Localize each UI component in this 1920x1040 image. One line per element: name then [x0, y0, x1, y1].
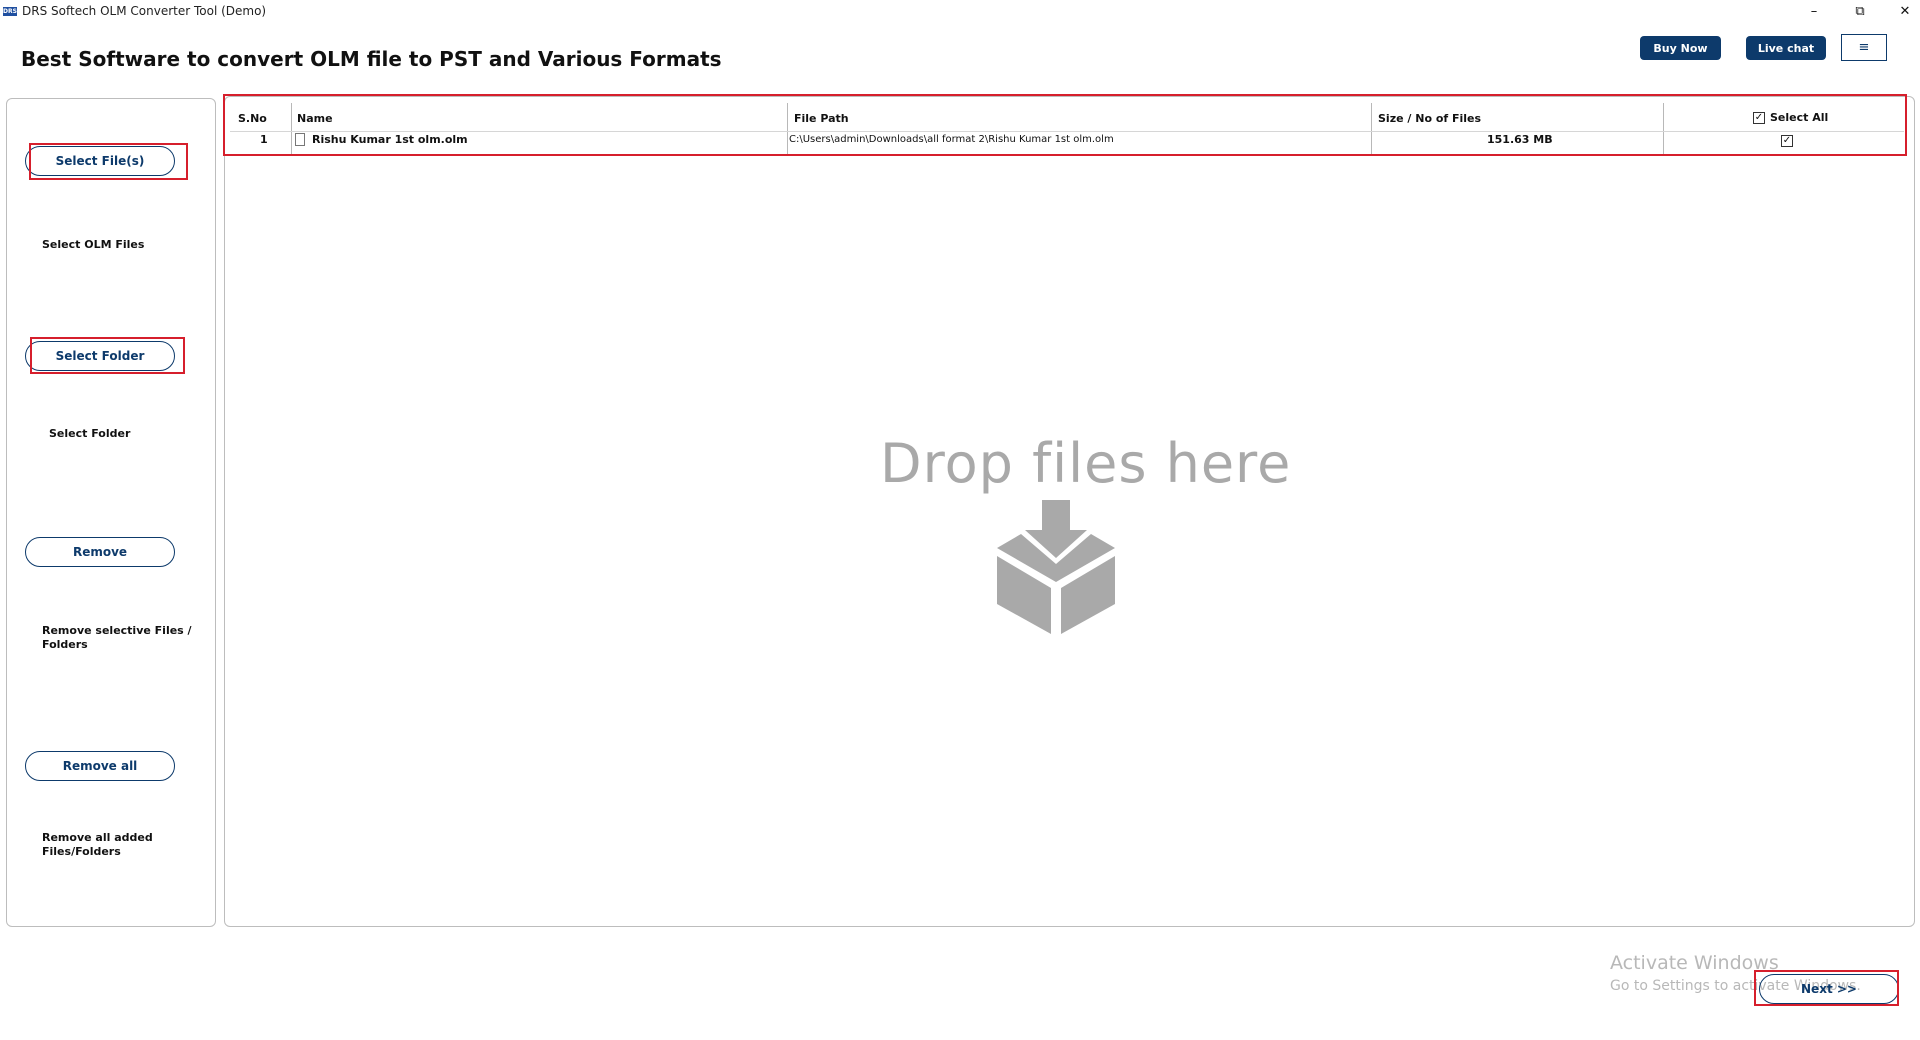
select-files-description: Select OLM Files	[42, 238, 145, 251]
file-icon	[295, 133, 305, 146]
select-files-button[interactable]: Select File(s)	[25, 146, 175, 176]
column-separator	[291, 103, 292, 155]
col-header-path: File Path	[794, 112, 849, 125]
live-chat-button[interactable]: Live chat	[1746, 36, 1826, 60]
select-folder-button[interactable]: Select Folder	[25, 341, 175, 371]
next-button[interactable]: Next >>	[1759, 974, 1899, 1004]
hamburger-icon: ≡	[1858, 40, 1870, 55]
drop-zone-text: Drop files here	[880, 432, 1292, 495]
close-button[interactable]: ✕	[1883, 0, 1920, 22]
remove-description: Remove selective Files / Folders	[42, 624, 192, 651]
title-bar: DRS DRS Softech OLM Converter Tool (Demo…	[0, 0, 1920, 24]
row-size: 151.63 MB	[1487, 133, 1553, 146]
menu-button[interactable]: ≡	[1841, 34, 1887, 61]
select-all-checkbox[interactable]: ✓	[1753, 112, 1765, 124]
row-path: C:\Users\admin\Downloads\all format 2\Ri…	[789, 134, 1114, 145]
download-box-icon	[997, 500, 1115, 634]
column-separator	[787, 103, 788, 155]
col-header-sno: S.No	[238, 112, 267, 125]
app-logo-icon: DRS	[3, 7, 17, 16]
row-name: Rishu Kumar 1st olm.olm	[312, 133, 468, 146]
activate-windows-title: Activate Windows	[1610, 952, 1779, 974]
column-separator	[1663, 103, 1664, 155]
col-header-select-all: Select All	[1770, 111, 1829, 124]
remove-all-button[interactable]: Remove all	[25, 751, 175, 781]
file-table: S.No Name File Path Size / No of Files ✓…	[230, 103, 1904, 155]
row-sno: 1	[260, 133, 268, 146]
column-separator	[1371, 103, 1372, 155]
restore-button[interactable]: ⧉	[1838, 0, 1882, 22]
select-folder-description: Select Folder	[49, 427, 131, 440]
sidebar-panel	[6, 98, 216, 927]
remove-all-description: Remove all added Files/Folders	[42, 831, 153, 858]
remove-button[interactable]: Remove	[25, 537, 175, 567]
header-divider	[230, 131, 1904, 132]
page-title: Best Software to convert OLM file to PST…	[21, 47, 722, 71]
col-header-size: Size / No of Files	[1378, 112, 1482, 125]
minimize-button[interactable]: –	[1792, 0, 1836, 22]
col-header-name: Name	[297, 112, 333, 125]
window-title: DRS Softech OLM Converter Tool (Demo)	[22, 4, 267, 18]
row-checkbox[interactable]: ✓	[1781, 135, 1793, 147]
buy-now-button[interactable]: Buy Now	[1640, 36, 1721, 60]
